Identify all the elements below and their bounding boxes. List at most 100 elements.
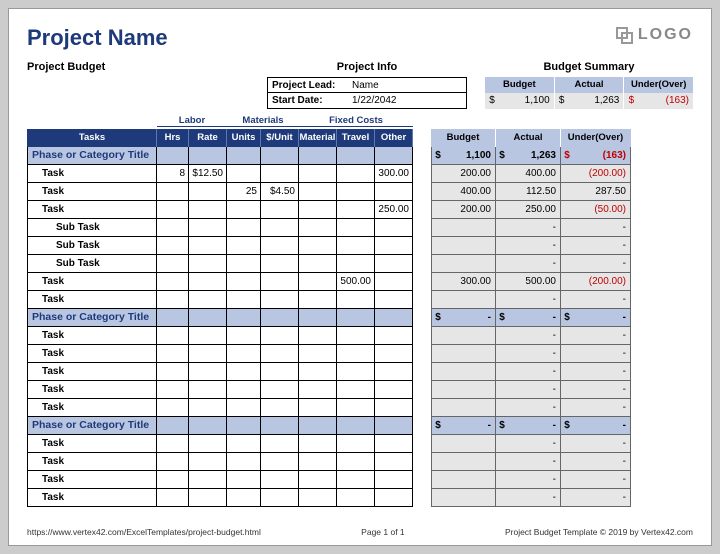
cell-hrs[interactable] — [157, 435, 189, 453]
task-label[interactable]: Task — [27, 381, 157, 399]
cell-material[interactable] — [299, 381, 337, 399]
cell-other[interactable] — [375, 489, 413, 507]
cell-budget[interactable] — [431, 219, 496, 237]
task-row[interactable]: Sub Task-- — [27, 219, 693, 237]
cell-budget[interactable] — [431, 399, 496, 417]
cell-unit-price[interactable] — [261, 273, 299, 291]
cell-other[interactable]: 250.00 — [375, 201, 413, 219]
cell-unit-price[interactable] — [261, 291, 299, 309]
cell-material[interactable] — [299, 345, 337, 363]
task-label[interactable]: Sub Task — [27, 255, 157, 273]
cell-rate[interactable]: $12.50 — [189, 165, 227, 183]
cell-travel[interactable] — [337, 435, 375, 453]
task-label[interactable]: Task — [27, 453, 157, 471]
cell-material[interactable] — [299, 471, 337, 489]
cell-unit-price[interactable] — [261, 201, 299, 219]
task-label[interactable]: Sub Task — [27, 219, 157, 237]
cell-material[interactable] — [299, 435, 337, 453]
cell-budget[interactable] — [431, 327, 496, 345]
cell-other[interactable] — [375, 273, 413, 291]
task-label[interactable]: Task — [27, 471, 157, 489]
cell-budget[interactable]: 200.00 — [431, 165, 496, 183]
task-label[interactable]: Task — [27, 399, 157, 417]
task-label[interactable]: Task — [27, 165, 157, 183]
task-label[interactable]: Task — [27, 273, 157, 291]
cell-rate[interactable] — [189, 219, 227, 237]
cell-material[interactable] — [299, 183, 337, 201]
cell-other[interactable] — [375, 345, 413, 363]
cell-budget[interactable] — [431, 381, 496, 399]
cell-rate[interactable] — [189, 291, 227, 309]
cell-budget[interactable] — [431, 453, 496, 471]
task-row[interactable]: Task-- — [27, 435, 693, 453]
task-row[interactable]: Task500.00300.00500.00(200.00) — [27, 273, 693, 291]
cell-travel[interactable] — [337, 489, 375, 507]
cell-budget[interactable]: 200.00 — [431, 201, 496, 219]
task-label[interactable]: Task — [27, 363, 157, 381]
cell-unit-price[interactable] — [261, 435, 299, 453]
task-row[interactable]: Task-- — [27, 363, 693, 381]
task-label[interactable]: Task — [27, 345, 157, 363]
cell-units[interactable] — [227, 273, 261, 291]
cell-material[interactable] — [299, 363, 337, 381]
cell-unit-price[interactable] — [261, 381, 299, 399]
task-row[interactable]: Task-- — [27, 381, 693, 399]
task-row[interactable]: Sub Task-- — [27, 255, 693, 273]
cell-hrs[interactable]: 8 — [157, 165, 189, 183]
cell-units[interactable] — [227, 471, 261, 489]
cell-other[interactable] — [375, 327, 413, 345]
cell-budget[interactable] — [431, 255, 496, 273]
cell-hrs[interactable] — [157, 471, 189, 489]
cell-travel[interactable] — [337, 201, 375, 219]
category-row[interactable]: Phase or Category Title$-$-$- — [27, 417, 693, 435]
cell-budget[interactable]: 300.00 — [431, 273, 496, 291]
cell-travel[interactable] — [337, 219, 375, 237]
cell-unit-price[interactable] — [261, 237, 299, 255]
cell-units[interactable] — [227, 219, 261, 237]
cell-material[interactable] — [299, 273, 337, 291]
cell-units[interactable] — [227, 165, 261, 183]
cell-units[interactable] — [227, 327, 261, 345]
cell-unit-price[interactable] — [261, 345, 299, 363]
cell-rate[interactable] — [189, 201, 227, 219]
cell-hrs[interactable] — [157, 345, 189, 363]
category-title[interactable]: Phase or Category Title — [27, 417, 157, 435]
cell-other[interactable] — [375, 219, 413, 237]
cell-budget[interactable]: 400.00 — [431, 183, 496, 201]
cell-unit-price[interactable] — [261, 453, 299, 471]
cell-hrs[interactable] — [157, 219, 189, 237]
task-row[interactable]: Task-- — [27, 399, 693, 417]
cell-hrs[interactable] — [157, 489, 189, 507]
task-label[interactable]: Task — [27, 291, 157, 309]
cell-units[interactable]: 25 — [227, 183, 261, 201]
task-row[interactable]: Task-- — [27, 489, 693, 507]
cell-other[interactable] — [375, 453, 413, 471]
cell-budget[interactable] — [431, 489, 496, 507]
task-row[interactable]: Task-- — [27, 345, 693, 363]
cell-rate[interactable] — [189, 255, 227, 273]
cell-travel[interactable] — [337, 255, 375, 273]
cell-material[interactable] — [299, 291, 337, 309]
category-row[interactable]: Phase or Category Title$-$-$- — [27, 309, 693, 327]
cell-material[interactable] — [299, 489, 337, 507]
cell-travel[interactable] — [337, 183, 375, 201]
cell-unit-price[interactable] — [261, 489, 299, 507]
cell-rate[interactable] — [189, 453, 227, 471]
cell-hrs[interactable] — [157, 237, 189, 255]
cell-material[interactable] — [299, 255, 337, 273]
cell-other[interactable]: 300.00 — [375, 165, 413, 183]
project-lead-value[interactable]: Name — [348, 80, 466, 91]
cell-travel[interactable] — [337, 399, 375, 417]
cell-budget[interactable] — [431, 471, 496, 489]
task-label[interactable]: Task — [27, 489, 157, 507]
cell-rate[interactable] — [189, 363, 227, 381]
cell-other[interactable] — [375, 291, 413, 309]
cell-travel[interactable] — [337, 327, 375, 345]
cell-hrs[interactable] — [157, 381, 189, 399]
cell-other[interactable] — [375, 471, 413, 489]
cell-other[interactable] — [375, 237, 413, 255]
cell-material[interactable] — [299, 327, 337, 345]
cell-units[interactable] — [227, 237, 261, 255]
task-row[interactable]: Task-- — [27, 453, 693, 471]
cell-units[interactable] — [227, 255, 261, 273]
